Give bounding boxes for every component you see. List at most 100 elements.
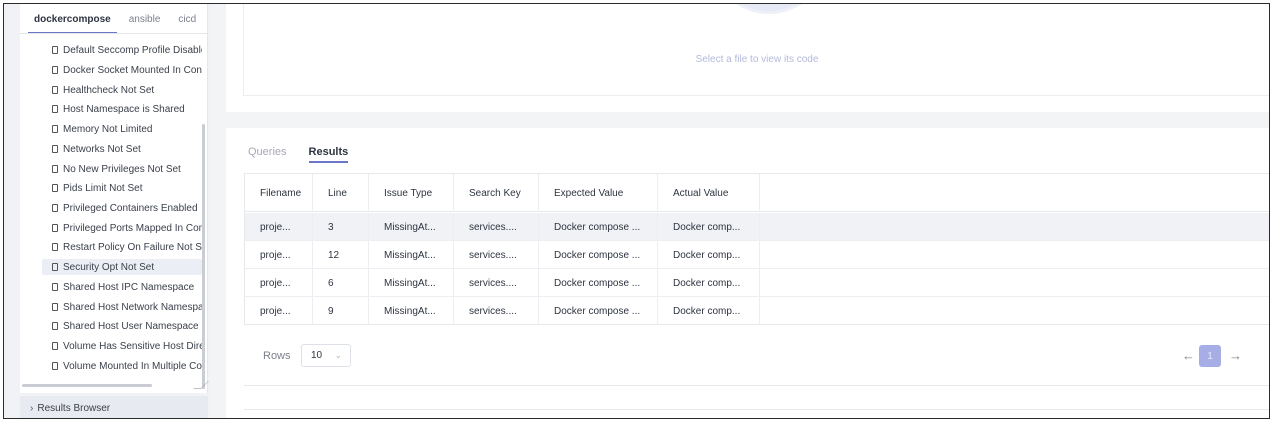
arrow-left-icon[interactable]: ← (1182, 348, 1195, 363)
tree-item[interactable]: Default Seccomp Profile Disable (42, 42, 202, 58)
tree-item-label: Networks Not Set (63, 143, 141, 155)
file-icon (52, 125, 58, 133)
tabs-divider (20, 33, 208, 34)
tab-ansible[interactable]: ansible (123, 4, 167, 34)
tree-item-label: Healthcheck Not Set (63, 84, 155, 96)
tab-queries[interactable]: Queries (248, 146, 287, 163)
tree-item[interactable]: Privileged Containers Enabled (42, 200, 202, 216)
tree-item-label: Default Seccomp Profile Disable (63, 44, 202, 56)
column-header-expected-value[interactable]: Expected Value (539, 174, 658, 212)
tree-item-label: Privileged Containers Enabled (63, 202, 198, 214)
tree-item-label: Host Namespace is Shared (63, 103, 185, 115)
empty-state-hint: Select a file to view its code (695, 54, 819, 65)
tree-item[interactable]: Memory Not Limited (42, 121, 202, 137)
tree-item[interactable]: Volume Has Sensitive Host Dire (42, 338, 202, 354)
file-icon (52, 283, 58, 291)
tree-item-label: Memory Not Limited (63, 123, 153, 135)
tree-item[interactable]: Host Namespace is Shared (42, 101, 202, 117)
file-icon (52, 66, 58, 74)
cell-filename: proje... (245, 241, 313, 269)
tree-item-label: Shared Host IPC Namespace (63, 281, 195, 293)
cell-issue-type: MissingAt... (369, 269, 454, 297)
cell-search-key: services.... (454, 213, 539, 241)
column-header-issue-type[interactable]: Issue Type (369, 174, 454, 212)
tree-item[interactable]: Privileged Ports Mapped In Con (42, 220, 202, 236)
file-icon (52, 342, 58, 350)
column-header-search-key[interactable]: Search Key (454, 174, 539, 212)
file-icon (52, 322, 58, 330)
tree-item-label: Volume Mounted In Multiple Cor (63, 360, 202, 372)
file-icon (52, 263, 58, 271)
file-icon (52, 165, 58, 173)
cell-expected-value: Docker compose ... (539, 241, 658, 269)
results-table: Filename Line Issue Type Search Key Expe… (244, 173, 1269, 325)
file-icon (52, 184, 58, 192)
tree-item-label: Shared Host User Namespace (63, 320, 199, 332)
tree-horizontal-scrollbar[interactable] (22, 384, 152, 387)
cell-search-key: services.... (454, 269, 539, 297)
tree-item[interactable]: Restart Policy On Failure Not Se (42, 239, 202, 255)
tree-item[interactable]: Networks Not Set (42, 141, 202, 157)
file-icon (52, 145, 58, 153)
tab-dockercompose[interactable]: dockercompose (28, 4, 117, 34)
pagination-bar: Rows 10 ⌄ ← 1 → (244, 328, 1269, 386)
cell-filename: proje... (245, 213, 313, 241)
cell-issue-type: MissingAt... (369, 213, 454, 241)
tree-item[interactable]: No New Privileges Not Set (42, 161, 202, 177)
table-row[interactable]: proje... 12 MissingAt... services.... Do… (245, 241, 1269, 269)
rows-per-page-select[interactable]: 10 ⌄ (301, 344, 351, 367)
tree-item[interactable]: Shared Host IPC Namespace (42, 279, 202, 295)
tab-cicd[interactable]: cicd (172, 4, 202, 34)
table-header: Filename Line Issue Type Search Key Expe… (245, 174, 1269, 212)
table-row[interactable]: proje... 6 MissingAt... services.... Doc… (245, 269, 1269, 297)
cell-filename: proje... (245, 297, 313, 325)
code-viewer: Select a file to view its code (243, 4, 1269, 96)
tree-item-label: Shared Host Network Namespa (63, 301, 202, 313)
column-header-line[interactable]: Line (313, 174, 369, 212)
table-row[interactable]: proje... 9 MissingAt... services.... Doc… (245, 297, 1269, 325)
tab-results[interactable]: Results (308, 146, 349, 163)
panel-footer (244, 390, 1269, 410)
code-viewer-panel: Select a file to view its code (226, 4, 1269, 112)
table-row[interactable]: proje... 3 MissingAt... services.... Doc… (245, 213, 1269, 241)
chevron-down-icon: ⌄ (334, 350, 342, 360)
tree-item[interactable]: Shared Host Network Namespa (42, 299, 202, 315)
file-icon (52, 303, 58, 311)
cell-issue-type: MissingAt... (369, 241, 454, 269)
tree-item[interactable]: Pids Limit Not Set (42, 180, 202, 196)
file-icon (52, 224, 58, 232)
results-browser-label: Results Browser (37, 402, 111, 414)
file-icon (52, 204, 58, 212)
tree-item-label: Docker Socket Mounted In Cont (63, 64, 202, 76)
tree-item-label: Pids Limit Not Set (63, 182, 143, 194)
cell-actual-value: Docker comp... (658, 297, 760, 325)
cell-actual-value: Docker comp... (658, 269, 760, 297)
cell-expected-value: Docker compose ... (539, 297, 658, 325)
tree-item-selected[interactable]: Security Opt Not Set (42, 259, 202, 275)
column-header-actual-value[interactable]: Actual Value (658, 174, 760, 212)
cell-issue-type: MissingAt... (369, 297, 454, 325)
chevron-right-icon: › (30, 402, 34, 414)
file-icon (52, 362, 58, 370)
results-tabs: Queries Results (248, 146, 370, 163)
cell-expected-value: Docker compose ... (539, 213, 658, 241)
results-browser-toggle[interactable]: › Results Browser (20, 396, 208, 418)
tree-item[interactable]: Volume Mounted In Multiple Cor (42, 358, 202, 374)
tree-vertical-scrollbar[interactable] (202, 124, 205, 389)
tree-item[interactable]: Docker Socket Mounted In Cont (42, 62, 202, 78)
app-window: dockercompose ansible cicd Default Secco… (3, 3, 1270, 419)
column-header-filename[interactable]: Filename (245, 174, 313, 212)
file-icon (52, 243, 58, 251)
tree-item-label: No New Privileges Not Set (63, 163, 181, 175)
resize-handle-icon[interactable] (193, 381, 209, 389)
file-icon (52, 105, 58, 113)
arrow-right-icon[interactable]: → (1229, 348, 1242, 363)
rows-per-page-value: 10 (311, 350, 323, 361)
cell-expected-value: Docker compose ... (539, 269, 658, 297)
empty-state-illustration (709, 4, 829, 14)
tree-item-label: Volume Has Sensitive Host Dire (63, 340, 202, 352)
file-icon (52, 46, 58, 54)
page-button-current[interactable]: 1 (1199, 345, 1221, 367)
tree-item[interactable]: Shared Host User Namespace (42, 318, 202, 334)
tree-item[interactable]: Healthcheck Not Set (42, 82, 202, 98)
